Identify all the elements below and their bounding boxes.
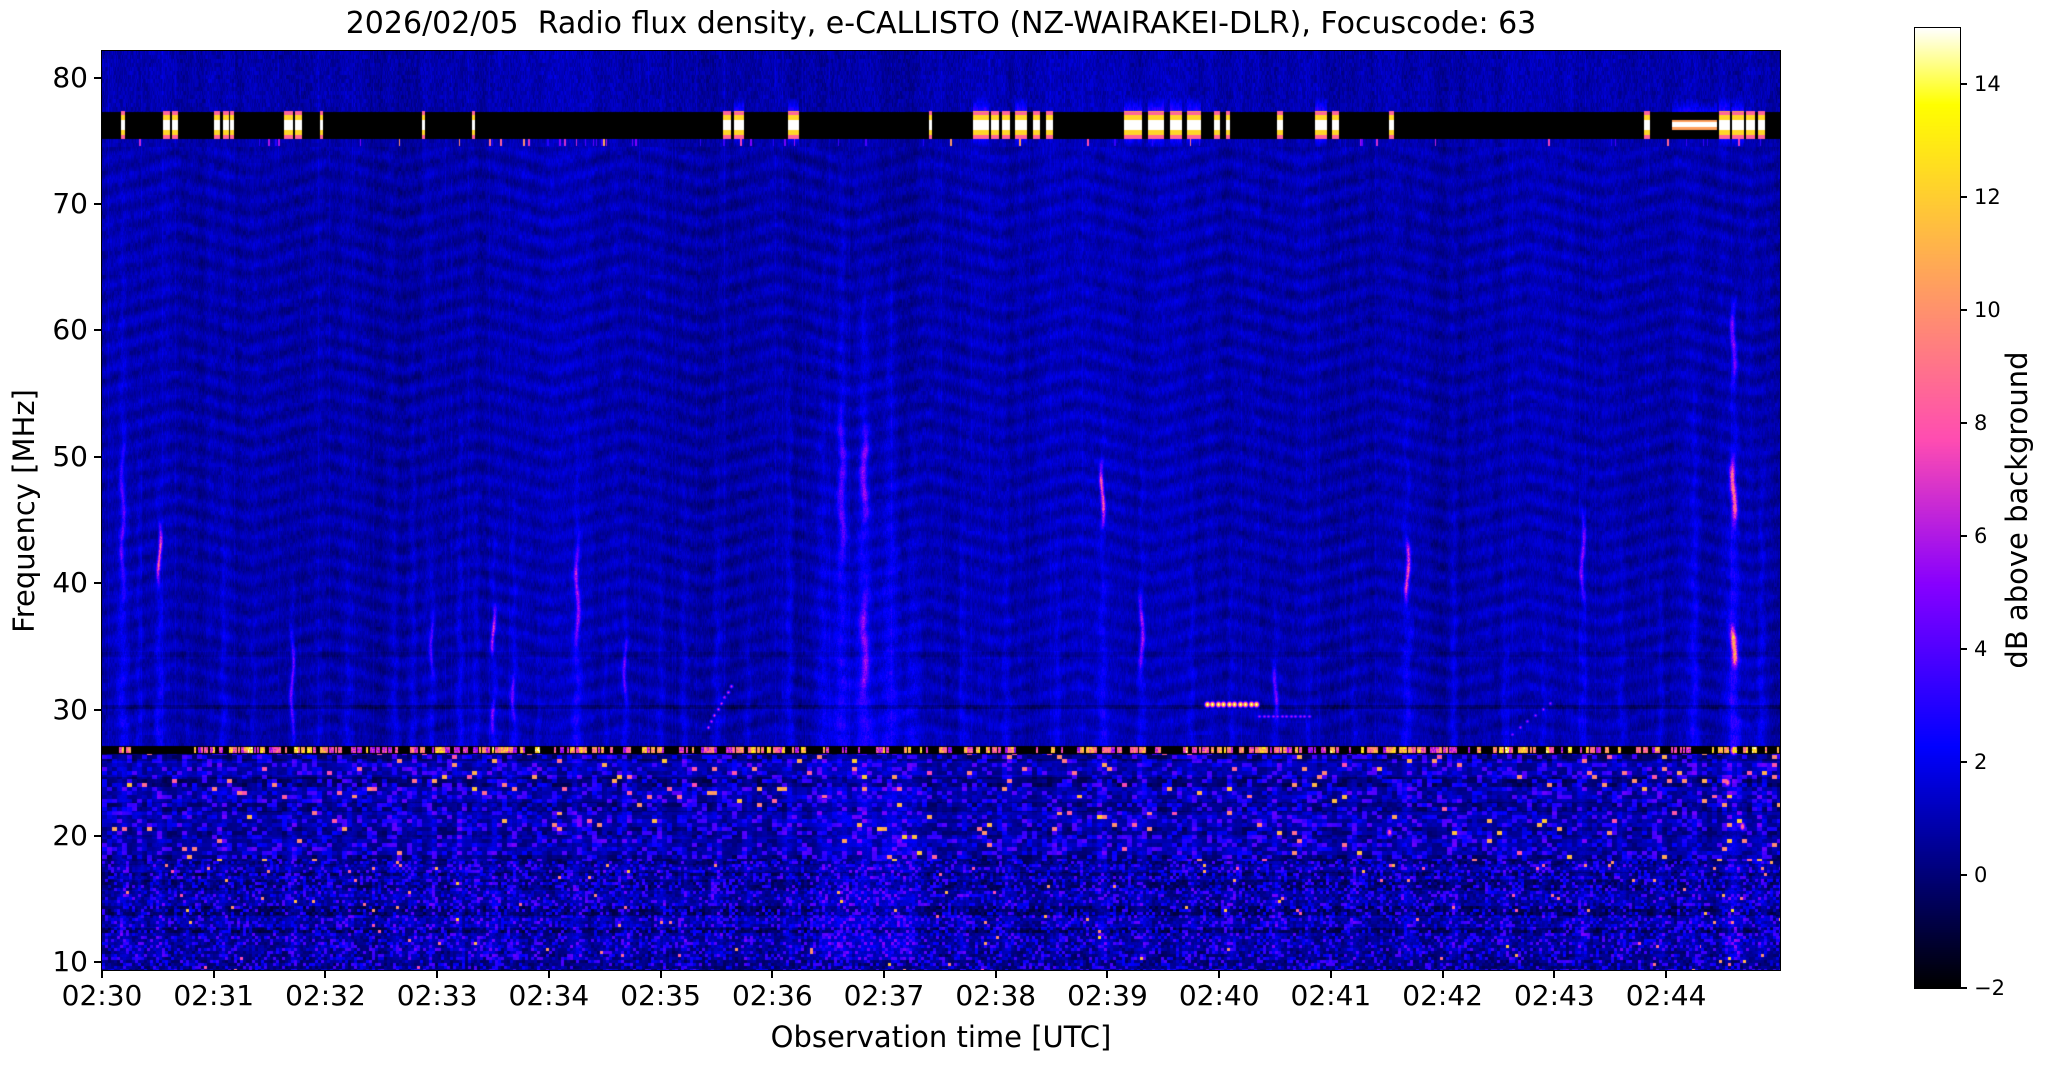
spectrogram-figure: 2026/02/05 Radio flux density, e-CALLIST… <box>0 0 2047 1067</box>
x-tick-label: 02:42 <box>1402 979 1483 1012</box>
chart-title: 2026/02/05 Radio flux density, e-CALLIST… <box>345 6 1537 41</box>
tick-mark <box>1960 761 1967 764</box>
tick-mark <box>94 708 102 711</box>
tick-mark <box>94 835 102 837</box>
tick-mark <box>94 455 102 458</box>
colorbar <box>1915 28 1960 988</box>
tick-mark <box>436 970 439 978</box>
colorbar-tick-label: 12 <box>1974 185 2001 210</box>
tick-mark <box>1218 970 1221 978</box>
x-tick-label: 02:32 <box>285 979 366 1012</box>
x-axis-label: Observation time [UTC] <box>770 1020 1112 1054</box>
x-tick-label: 02:35 <box>620 979 701 1012</box>
tick-mark <box>1329 970 1332 978</box>
tick-mark <box>1960 309 1967 312</box>
x-tick-label: 02:38 <box>955 979 1037 1012</box>
tick-mark <box>883 970 886 978</box>
tick-mark <box>94 329 102 332</box>
tick-mark <box>1960 535 1967 538</box>
spectrogram-heatmap <box>102 51 1780 970</box>
tick-mark <box>1960 874 1967 877</box>
tick-mark <box>94 582 102 585</box>
x-tick-label: 02:39 <box>1067 979 1148 1012</box>
x-tick-label: 02:43 <box>1513 979 1595 1012</box>
tick-mark <box>547 970 550 978</box>
tick-mark <box>1960 987 1967 989</box>
y-axis-label: Frequency [MHz] <box>7 389 41 633</box>
tick-mark <box>101 970 103 978</box>
x-tick-label: 02:30 <box>61 979 143 1012</box>
tick-mark <box>771 970 774 978</box>
tick-mark <box>94 76 102 79</box>
tick-mark <box>994 970 997 978</box>
x-tick-label: 02:44 <box>1625 979 1707 1012</box>
colorbar-tick-label: −2 <box>1974 976 2005 1000</box>
tick-mark <box>1553 970 1556 978</box>
x-tick-label: 02:37 <box>843 979 925 1012</box>
tick-mark <box>212 970 215 978</box>
tick-mark <box>1665 970 1668 978</box>
x-tick-label: 02:36 <box>731 979 813 1012</box>
tick-mark <box>1441 970 1444 978</box>
tick-mark <box>94 961 102 964</box>
colorbar-tick-label: 0 <box>1974 863 1988 888</box>
tick-mark <box>659 970 662 978</box>
tick-mark <box>1960 83 1967 86</box>
y-tick-label: 80 <box>52 60 88 94</box>
tick-mark <box>1106 970 1109 978</box>
x-tick-label: 02:40 <box>1178 979 1260 1012</box>
tick-mark <box>324 970 327 978</box>
colorbar-tick-label: 14 <box>1974 72 2001 97</box>
tick-mark <box>1960 422 1967 425</box>
x-tick-label: 02:33 <box>396 979 478 1012</box>
y-tick-label: 10 <box>52 945 88 979</box>
x-tick-label: 02:41 <box>1290 979 1372 1012</box>
colorbar-label: dB above background <box>2000 351 2034 669</box>
x-tick-label: 02:31 <box>173 979 255 1012</box>
tick-mark <box>94 202 102 205</box>
x-tick-label: 02:34 <box>508 979 590 1012</box>
tick-mark <box>1960 196 1967 199</box>
tick-mark <box>1960 648 1967 651</box>
y-tick-label: 20 <box>52 819 88 852</box>
y-tick-label: 70 <box>52 186 88 220</box>
